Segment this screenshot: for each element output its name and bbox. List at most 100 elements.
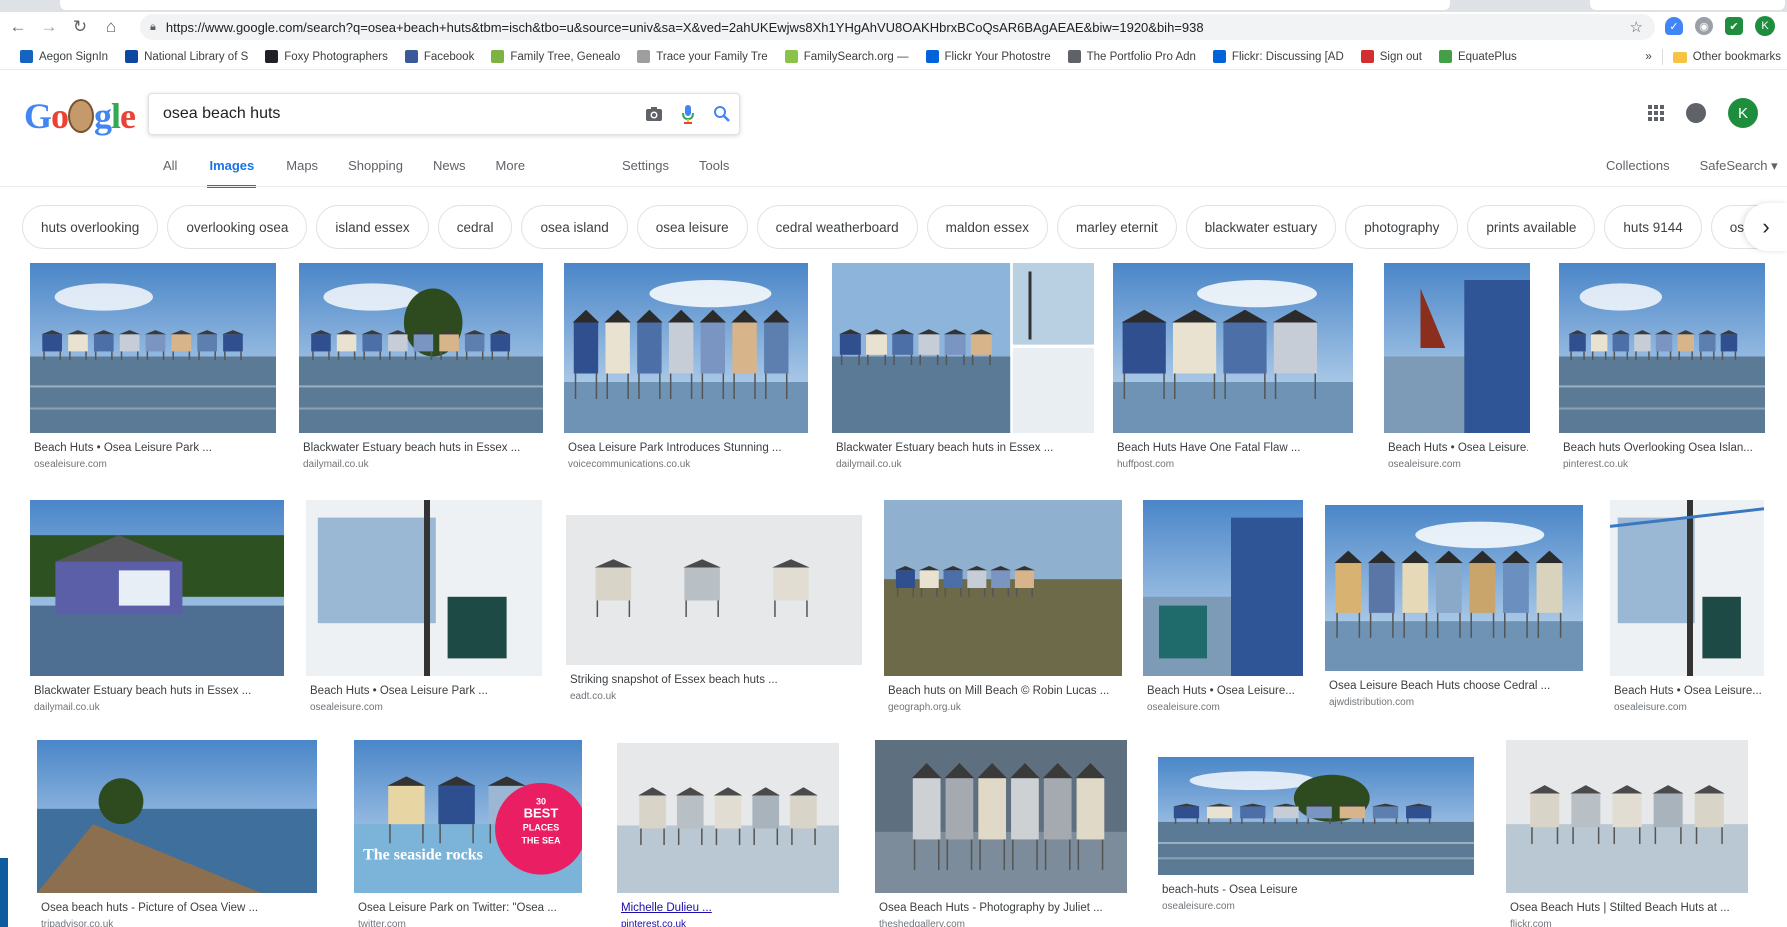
notifications-icon[interactable] (1686, 103, 1706, 123)
image-thumbnail[interactable] (875, 740, 1127, 893)
image-result-title[interactable]: Beach Huts • Osea Leisure... (1388, 442, 1528, 454)
image-result-title[interactable]: beach-huts - Osea Leisure (1162, 884, 1472, 896)
image-result[interactable]: beach-huts - Osea Leisure osealeisure.com (1158, 757, 1474, 921)
image-result[interactable]: Beach huts Overlooking Osea Islan... pint… (1559, 263, 1765, 479)
image-result[interactable]: Beach Huts • Osea Leisure... osealeisure.… (1384, 263, 1530, 479)
bookmark-item[interactable]: EquatePlus (1438, 50, 1517, 63)
shield-extension-icon[interactable]: ✓ (1665, 17, 1683, 35)
image-result-title[interactable]: Osea beach huts - Picture of Osea View .… (41, 902, 315, 914)
image-result[interactable]: Osea Beach Huts - Photography by Juliet … (875, 740, 1127, 927)
account-avatar[interactable]: K (1728, 98, 1758, 128)
camera-icon[interactable] (637, 106, 671, 122)
reload-icon[interactable]: ↻ (67, 14, 93, 40)
related-search-chip[interactable]: photography (1345, 205, 1459, 249)
image-result[interactable]: Blackwater Estuary beach huts in Essex .… (299, 263, 543, 479)
apps-grid-icon[interactable] (1648, 105, 1664, 121)
search-icon[interactable] (705, 105, 739, 123)
image-thumbnail[interactable] (1158, 757, 1474, 875)
image-result-title[interactable]: Beach Huts • Osea Leisure Park ... (34, 442, 274, 454)
image-result-title[interactable]: Osea Leisure Beach Huts choose Cedral ..… (1329, 680, 1581, 692)
image-thumbnail[interactable] (617, 743, 839, 893)
bookmark-item[interactable]: FamilySearch.org — (784, 50, 909, 63)
related-search-chip[interactable]: cedral weatherboard (756, 205, 918, 249)
image-result[interactable]: The seaside rocks 30 BEST PLACES THE SEA Osea… (354, 740, 582, 927)
tab-more[interactable]: More (496, 158, 526, 188)
bookmark-item[interactable]: Facebook (404, 50, 474, 63)
image-result-title[interactable]: Osea Beach Huts - Photography by Juliet … (879, 902, 1125, 914)
image-result-title[interactable]: Beach Huts • Osea Leisure... (1614, 685, 1762, 697)
image-thumbnail[interactable] (1325, 505, 1583, 671)
image-result-title[interactable]: Beach huts on Mill Beach © Robin Lucas .… (888, 685, 1120, 697)
bookmark-item[interactable]: National Library of S (125, 50, 248, 63)
image-thumbnail[interactable] (564, 263, 808, 433)
tab-images[interactable]: Images (207, 158, 257, 188)
image-result[interactable]: Osea Beach Huts | Stilted Beach Huts at … (1506, 740, 1748, 927)
image-result-title[interactable]: Osea Leisure Park on Twitter: "Osea ... (358, 902, 580, 914)
chevron-right-icon[interactable]: › (1744, 203, 1787, 251)
search-box[interactable]: osea beach huts (148, 93, 740, 135)
tab-shopping[interactable]: Shopping (348, 158, 403, 188)
bookmark-item[interactable]: The Portfolio Pro Adn (1067, 50, 1196, 63)
related-search-chip[interactable]: huts 9144 (1604, 205, 1702, 249)
related-search-chip[interactable]: island essex (316, 205, 429, 249)
bookmark-item[interactable]: Foxy Photographers (265, 50, 388, 63)
circle-extension-icon[interactable]: ◉ (1695, 17, 1713, 35)
image-result[interactable]: Michelle Dulieu ... pinterest.co.uk (617, 743, 839, 927)
image-result-title[interactable]: Beach Huts • Osea Leisure Park ... (310, 685, 540, 697)
other-bookmarks-link[interactable]: Other bookmarks (1693, 51, 1787, 63)
related-search-chip[interactable]: cedral (437, 205, 513, 249)
image-thumbnail[interactable] (566, 515, 862, 665)
bookmark-item[interactable]: Sign out (1360, 50, 1422, 63)
microphone-icon[interactable] (671, 104, 705, 124)
related-search-chip[interactable]: marley eternit (1056, 205, 1177, 249)
bookmarks-overflow-button[interactable]: » (1645, 51, 1651, 63)
image-thumbnail[interactable] (299, 263, 543, 433)
image-result[interactable]: Blackwater Estuary beach huts in Essex .… (832, 263, 1094, 479)
image-result[interactable]: Beach Huts Have One Fatal Flaw ... huffpo… (1113, 263, 1353, 479)
image-result[interactable]: Beach huts on Mill Beach © Robin Lucas .… (884, 500, 1122, 722)
image-result-title[interactable]: Blackwater Estuary beach huts in Essex .… (836, 442, 1092, 454)
image-thumbnail[interactable] (1113, 263, 1353, 433)
image-thumbnail[interactable] (884, 500, 1122, 676)
browser-tab-active[interactable] (60, 0, 1450, 10)
related-search-chip[interactable]: blackwater estuary (1185, 205, 1337, 249)
image-thumbnail[interactable] (1506, 740, 1748, 893)
url-text[interactable]: https://www.google.com/search?q=osea+bea… (166, 20, 1630, 35)
settings-link[interactable]: Settings (622, 158, 669, 173)
safesearch-dropdown[interactable]: SafeSearch ▾ (1700, 158, 1778, 174)
image-thumbnail[interactable] (1610, 500, 1764, 676)
tab-maps[interactable]: Maps (286, 158, 318, 188)
image-result[interactable]: Osea beach huts - Picture of Osea View .… (37, 740, 317, 927)
image-result[interactable]: Osea Leisure Park Introduces Stunning ..… (564, 263, 808, 479)
image-result[interactable]: Osea Leisure Beach Huts choose Cedral ..… (1325, 505, 1583, 717)
related-search-chip[interactable]: huts overlooking (22, 205, 159, 249)
bookmark-item[interactable]: Trace your Family Tre (637, 50, 768, 63)
bookmark-star-icon[interactable]: ☆ (1630, 18, 1643, 36)
back-icon[interactable]: ← (5, 14, 31, 40)
image-thumbnail[interactable] (1143, 500, 1303, 676)
bookmark-item[interactable]: Flickr: Discussing [AD (1212, 50, 1344, 63)
bookmark-item[interactable]: Aegon SignIn (20, 50, 108, 63)
image-result-title[interactable]: Blackwater Estuary beach huts in Essex .… (303, 442, 541, 454)
image-result-title[interactable]: Beach Huts • Osea Leisure... (1147, 685, 1301, 697)
image-result-title[interactable]: Osea Leisure Park Introduces Stunning ..… (568, 442, 806, 454)
image-result-title[interactable]: Blackwater Estuary beach huts in Essex .… (34, 685, 282, 697)
tab-news[interactable]: News (433, 158, 466, 188)
bookmark-item[interactable]: Flickr Your Photostre (925, 50, 1051, 63)
image-thumbnail[interactable] (832, 263, 1094, 433)
image-thumbnail[interactable] (30, 500, 284, 676)
tab-all[interactable]: All (163, 158, 177, 188)
image-result[interactable]: Beach Huts • Osea Leisure Park ... oseale… (306, 500, 542, 722)
home-icon[interactable]: ⌂ (98, 14, 124, 40)
collections-link[interactable]: Collections (1606, 158, 1670, 174)
related-search-chip[interactable]: maldon essex (926, 205, 1048, 249)
image-result-title[interactable]: Beach Huts Have One Fatal Flaw ... (1117, 442, 1351, 454)
google-doodle-logo[interactable]: Go gle (24, 95, 136, 137)
image-result-title[interactable]: Striking snapshot of Essex beach huts ..… (570, 674, 860, 686)
image-result[interactable]: Striking snapshot of Essex beach huts ..… (566, 515, 862, 711)
image-result[interactable]: Blackwater Estuary beach huts in Essex .… (30, 500, 284, 722)
image-result[interactable]: Beach Huts • Osea Leisure... osealeisure.… (1610, 500, 1764, 722)
browser-profile-avatar[interactable]: K (1755, 16, 1775, 36)
image-result[interactable]: Beach Huts • Osea Leisure... osealeisure.… (1143, 500, 1303, 722)
browser-tab[interactable] (1590, 0, 1785, 10)
